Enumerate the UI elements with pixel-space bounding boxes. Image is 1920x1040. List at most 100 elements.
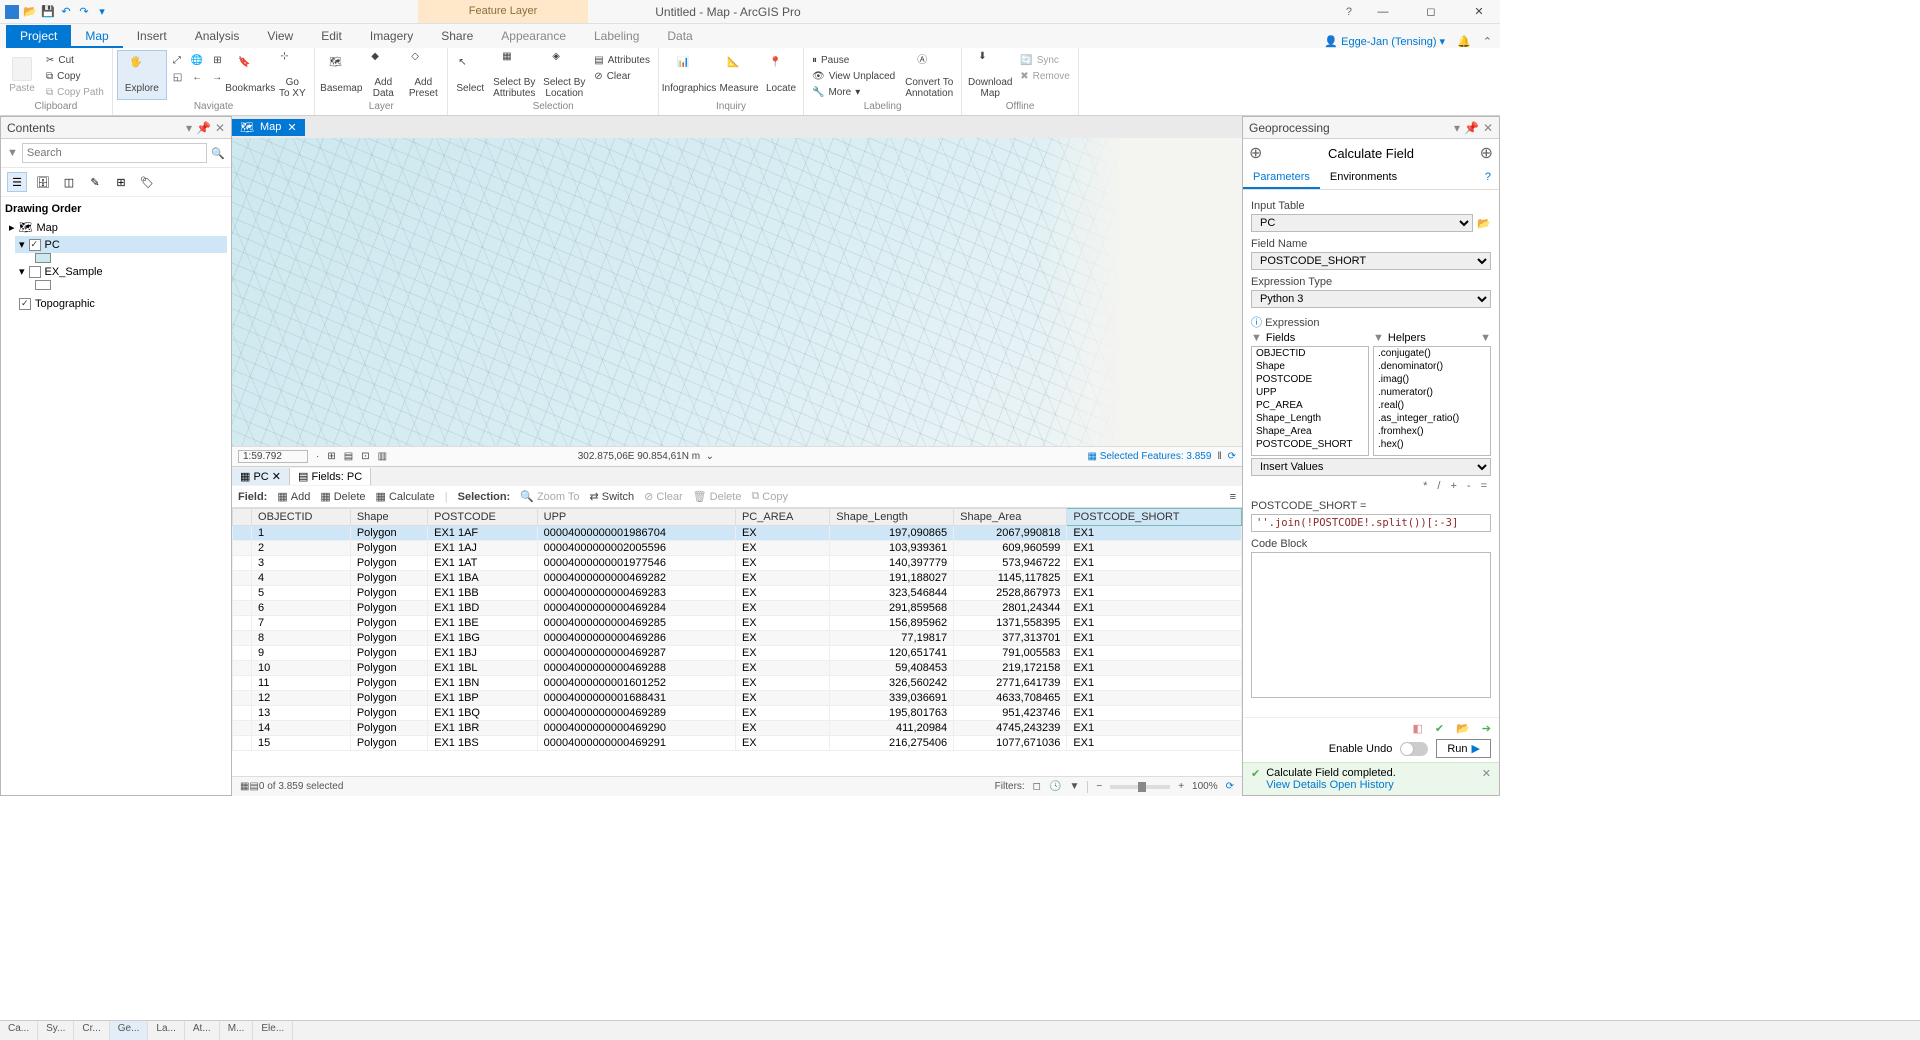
helpers-filter-icon[interactable]: ▼ [1373, 332, 1384, 344]
helpers-list[interactable]: .conjugate().denominator().imag().numera… [1373, 346, 1491, 456]
save-icon[interactable]: 💾 [40, 4, 56, 20]
dismiss-msg-icon[interactable]: ✕ [1482, 767, 1491, 780]
col-header[interactable]: POSTCODE [428, 509, 538, 526]
tab-project[interactable]: Project [6, 25, 71, 48]
input-table-select[interactable]: PC [1251, 214, 1473, 232]
status-icon-4[interactable]: ⊡ [361, 451, 369, 462]
col-header[interactable]: Shape_Area [954, 509, 1067, 526]
delete-field-button[interactable]: ▦ Delete [320, 490, 365, 503]
selection-count-label[interactable]: ▦ Selected Features: 3.859 [1087, 451, 1211, 462]
dock-tab[interactable]: Ge... [110, 1021, 149, 1040]
table-row[interactable]: 4PolygonEX1 1BA00004000000000469282EX191… [233, 571, 1242, 586]
next-extent-icon[interactable]: → [208, 69, 226, 85]
zoom-in-icon[interactable]: + [1178, 781, 1184, 792]
map-view-tab[interactable]: 🗺Map✕ [232, 119, 305, 136]
helpers-filter-icon-2[interactable]: ▼ [1480, 332, 1491, 344]
expression-input[interactable]: ''.join(!POSTCODE!.split())[:-3] [1251, 514, 1491, 532]
field-item[interactable]: Shape_Length [1252, 412, 1368, 425]
table-row[interactable]: 15PolygonEX1 1BS00004000000000469291EX21… [233, 736, 1242, 751]
tab-map[interactable]: Map [71, 25, 122, 48]
col-header[interactable]: UPP [537, 509, 735, 526]
gp-tab-parameters[interactable]: Parameters [1243, 167, 1320, 189]
run-button[interactable]: Run ▶ [1436, 739, 1491, 758]
nav-tool-2[interactable]: ⊞ [209, 52, 225, 68]
helper-item[interactable]: .fromhex() [1374, 425, 1490, 438]
redo-icon[interactable]: ↷ [76, 4, 92, 20]
status-icon-3[interactable]: ▤ [344, 451, 353, 462]
table-row[interactable]: 3PolygonEX1 1AT00004000000001977546EX140… [233, 556, 1242, 571]
clear-sel-button[interactable]: ⊘ Clear [644, 490, 683, 503]
field-item[interactable]: OBJECTID [1252, 347, 1368, 360]
remove-button[interactable]: ✖Remove [1016, 68, 1074, 84]
code-block-input[interactable] [1251, 552, 1491, 698]
list-by-source-icon[interactable]: 🗄 [33, 172, 53, 192]
attr-tab-pc[interactable]: ▦ PC ✕ [232, 468, 290, 485]
tab-edit[interactable]: Edit [307, 25, 356, 48]
locate-button[interactable]: 📍Locate [763, 50, 799, 100]
scale-input[interactable]: 1:59.792 [238, 450, 308, 463]
select-by-location-button[interactable]: ◈Select By Location [540, 50, 588, 100]
table-row[interactable]: 6PolygonEX1 1BD00004000000000469284EX291… [233, 601, 1242, 616]
paste-button[interactable]: Paste [4, 50, 40, 100]
basemap-button[interactable]: 🗺Basemap [319, 50, 363, 100]
pause-labeling-button[interactable]: ⏸Pause [808, 52, 899, 68]
browse-input-icon[interactable]: 📂 [1477, 217, 1491, 230]
switch-selection-button[interactable]: ⇄ Switch [590, 490, 635, 503]
dock-tab[interactable]: Cr... [74, 1021, 109, 1040]
table-view-sel-icon[interactable]: ▤ [249, 781, 258, 792]
tab-labeling[interactable]: Labeling [580, 25, 653, 48]
zoom-out-icon[interactable]: − [1096, 781, 1102, 792]
table-row[interactable]: 7PolygonEX1 1BE00004000000000469285EX156… [233, 616, 1242, 631]
notifications-icon[interactable]: 🔔 [1457, 35, 1471, 48]
table-row[interactable]: 11PolygonEX1 1BN00004000000001601252EX32… [233, 676, 1242, 691]
table-row[interactable]: 14PolygonEX1 1BR00004000000000469290EX41… [233, 721, 1242, 736]
view-unplaced-button[interactable]: 👁View Unplaced [808, 68, 899, 84]
gp-tab-environments[interactable]: Environments [1320, 167, 1407, 189]
nav-tool-1[interactable]: ⤢ [169, 52, 185, 68]
dock-tab[interactable]: M... [220, 1021, 254, 1040]
dock-tab[interactable]: Sy... [38, 1021, 74, 1040]
copy-sel-button[interactable]: ⧉ Copy [751, 490, 788, 503]
list-by-selection-icon[interactable]: ◫ [59, 172, 79, 192]
maximize-button[interactable]: ◻ [1414, 1, 1448, 23]
close-button[interactable]: ✕ [1462, 1, 1496, 23]
field-item[interactable]: Shape_Area [1252, 425, 1368, 438]
zoom-slider[interactable] [1110, 785, 1170, 789]
fields-filter-icon[interactable]: ▼ [1251, 332, 1262, 344]
dock-icon[interactable]: ▾ [186, 121, 192, 135]
attributes-button[interactable]: ▤Attributes [590, 52, 654, 68]
autohide-icon[interactable]: 📌 [196, 121, 211, 135]
helper-item[interactable]: .numerator() [1374, 386, 1490, 399]
measure-button[interactable]: 📐Measure [717, 50, 761, 100]
helper-item[interactable]: .denominator() [1374, 360, 1490, 373]
table-row[interactable]: 1PolygonEX1 1AF00004000000001986704EX197… [233, 526, 1242, 541]
col-header[interactable]: POSTCODE_SHORT [1067, 509, 1242, 526]
table-row[interactable]: 10PolygonEX1 1BL00004000000000469288EX59… [233, 661, 1242, 676]
field-item[interactable]: POSTCODE_SHORT [1252, 438, 1368, 451]
validate-icon[interactable]: ✔ [1435, 722, 1444, 735]
layer-topo-checkbox[interactable] [19, 298, 31, 310]
gp-close-icon[interactable]: ✕ [1483, 121, 1493, 135]
open-icon-2[interactable]: 📂 [1456, 722, 1470, 735]
status-icon-5[interactable]: ▥ [378, 451, 387, 462]
select-button[interactable]: ↖Select [452, 50, 488, 100]
layer-pc-checkbox[interactable] [29, 239, 41, 251]
zoom-to-button[interactable]: 🔍 Zoom To [520, 490, 579, 503]
prev-extent-icon[interactable]: ← [188, 69, 206, 85]
dock-tab[interactable]: La... [148, 1021, 184, 1040]
zoom-fixed-icon[interactable]: ◱ [169, 69, 186, 85]
helper-item[interactable]: .real() [1374, 399, 1490, 412]
status-icon-2[interactable]: ⊞ [327, 451, 335, 462]
toc-layer-topographic[interactable]: Topographic [15, 296, 227, 312]
toc-map[interactable]: ▸ 🗺 Map [5, 219, 227, 236]
delete-sel-button[interactable]: 🗑 Delete [693, 490, 742, 503]
help-icon[interactable]: ? [1346, 6, 1352, 18]
status-icon-1[interactable]: · [316, 451, 319, 462]
field-item[interactable]: POSTCODE [1252, 373, 1368, 386]
gp-autohide-icon[interactable]: 📌 [1464, 121, 1479, 135]
tab-data[interactable]: Data [653, 25, 706, 48]
close-map-tab-icon[interactable]: ✕ [287, 121, 296, 134]
helper-item[interactable]: .as_integer_ratio() [1374, 412, 1490, 425]
infographics-button[interactable]: 📊Infographics [663, 50, 715, 100]
table-row[interactable]: 8PolygonEX1 1BG00004000000000469286EX77,… [233, 631, 1242, 646]
